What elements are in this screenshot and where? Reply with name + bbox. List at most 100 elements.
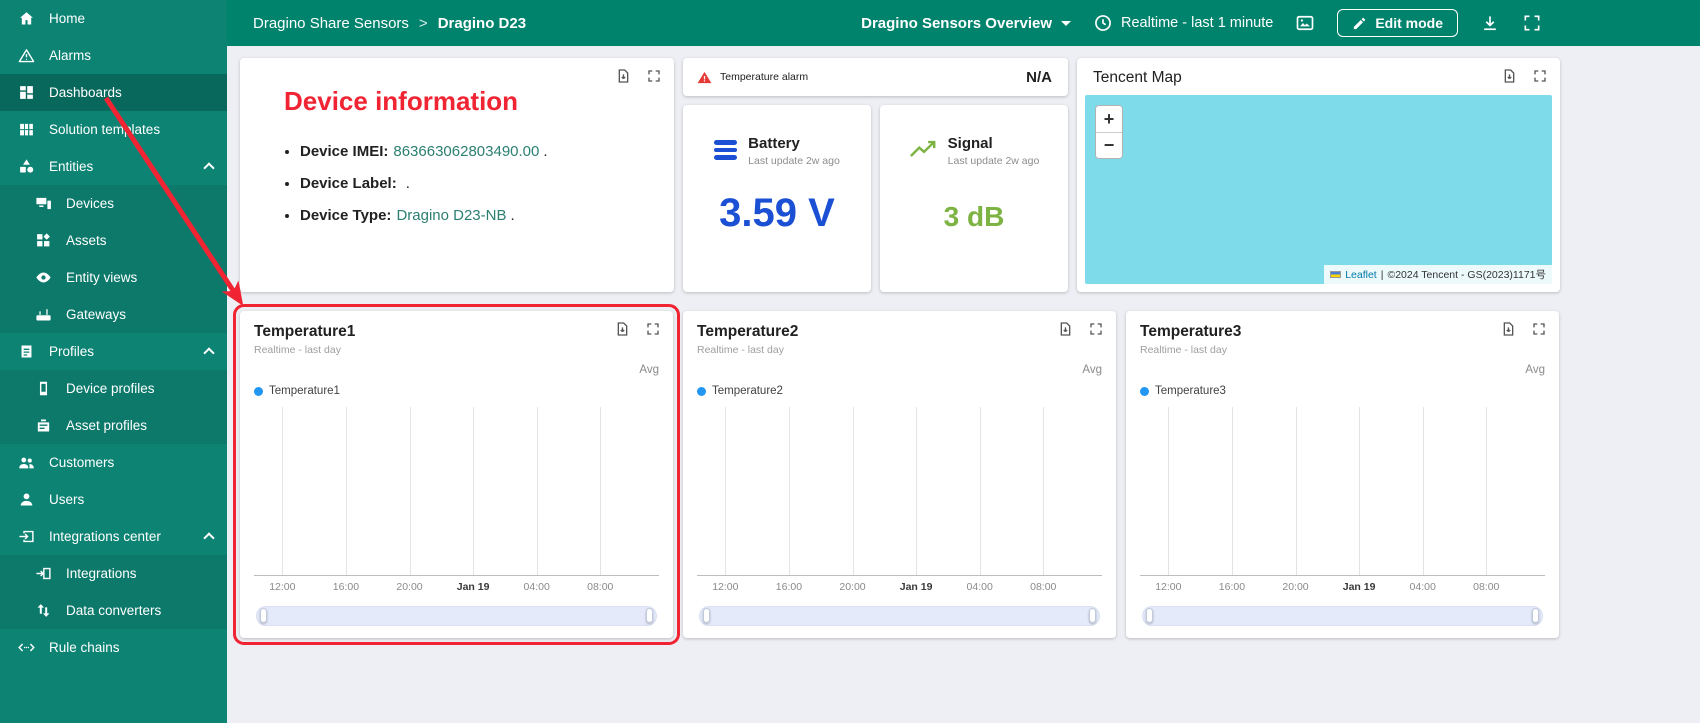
map-title: Tencent Map bbox=[1093, 69, 1182, 86]
leaflet-link[interactable]: Leaflet bbox=[1345, 269, 1377, 281]
chart-legend[interactable]: Temperature1 bbox=[254, 385, 659, 397]
scrollbar-left-handle[interactable] bbox=[260, 608, 267, 623]
breadcrumb-parent[interactable]: Dragino Share Sensors bbox=[253, 15, 409, 32]
aggregation-label[interactable]: Avg bbox=[254, 364, 659, 376]
chevron-up-icon bbox=[203, 347, 215, 359]
sidebar-item-label: Solution templates bbox=[49, 122, 161, 137]
sidebar-item-dashboards[interactable]: Dashboards bbox=[0, 74, 227, 111]
profiles-icon bbox=[16, 343, 36, 361]
legend-label: Temperature3 bbox=[1155, 385, 1226, 397]
map-canvas[interactable]: + − Leaflet | ©2024 Tencent - GS(2023)11… bbox=[1085, 95, 1552, 284]
export-widget-icon[interactable] bbox=[1057, 321, 1073, 337]
dashboard-select-value: Dragino Sensors Overview bbox=[861, 14, 1053, 32]
clock-icon bbox=[1093, 13, 1113, 33]
time-window-label: Realtime - last 1 minute bbox=[1121, 15, 1274, 31]
chart-title: Temperature2 bbox=[697, 323, 799, 340]
battery-title: Battery bbox=[748, 135, 800, 152]
expand-widget-icon[interactable] bbox=[1088, 321, 1104, 337]
sidebar-item-label: Asset profiles bbox=[66, 418, 148, 433]
sidebar-item-customers[interactable]: Customers bbox=[0, 444, 227, 481]
sidebar-item-alarms[interactable]: Alarms bbox=[0, 37, 227, 74]
zoom-in-button[interactable]: + bbox=[1096, 106, 1122, 132]
sidebar-item-rule-chains[interactable]: Rule chains bbox=[0, 629, 227, 666]
expand-widget-icon[interactable] bbox=[1532, 68, 1548, 84]
entities-subgroup: Devices Assets Entity views Gateways bbox=[0, 185, 227, 333]
export-widget-icon[interactable] bbox=[614, 321, 630, 337]
device-label-row: Device Label:. bbox=[300, 175, 650, 192]
signal-value: 3 dB bbox=[943, 201, 1005, 232]
battery-last-update: Last update 2w ago bbox=[748, 155, 840, 167]
aggregation-label[interactable]: Avg bbox=[1140, 364, 1545, 376]
sidebar-item-label: Gateways bbox=[66, 307, 127, 322]
chart-plot-area bbox=[1140, 407, 1545, 576]
sidebar-item-label: Users bbox=[49, 492, 85, 507]
signal-last-update: Last update 2w ago bbox=[947, 155, 1040, 167]
scrollbar-left-handle[interactable] bbox=[1146, 608, 1153, 623]
sidebar-item-home[interactable]: Home bbox=[0, 0, 227, 37]
topbar: Dragino Share Sensors > Dragino D23 Drag… bbox=[227, 0, 1700, 46]
chevron-up-icon bbox=[203, 532, 215, 544]
sidebar-item-label: Assets bbox=[66, 233, 107, 248]
sidebar-item-devices[interactable]: Devices bbox=[0, 185, 227, 222]
temperature2-chart-card: Temperature2 Realtime - last day Avg Tem… bbox=[683, 311, 1116, 638]
fullscreen-icon[interactable] bbox=[1522, 13, 1542, 33]
battery-level-icon bbox=[714, 140, 738, 160]
scrollbar-right-handle[interactable] bbox=[1089, 608, 1096, 623]
sidebar-item-assets[interactable]: Assets bbox=[0, 222, 227, 259]
breadcrumb-current: Dragino D23 bbox=[437, 14, 527, 32]
export-widget-icon[interactable] bbox=[1501, 68, 1517, 84]
signal-card: Signal Last update 2w ago 3 dB bbox=[880, 105, 1068, 292]
rule-chains-icon bbox=[16, 639, 36, 657]
time-window-button[interactable]: Realtime - last 1 minute bbox=[1093, 13, 1273, 33]
scrollbar-right-handle[interactable] bbox=[646, 608, 653, 623]
sidebar-item-device-profiles[interactable]: Device profiles bbox=[0, 370, 227, 407]
temperature1-chart-card: Temperature1 Realtime - last day Avg Tem… bbox=[233, 304, 680, 645]
image-icon[interactable] bbox=[1295, 13, 1315, 33]
chart-time-scrollbar[interactable] bbox=[699, 606, 1100, 626]
zoom-out-button[interactable]: − bbox=[1096, 132, 1122, 158]
sidebar-item-solution-templates[interactable]: Solution templates bbox=[0, 111, 227, 148]
chart-legend[interactable]: Temperature2 bbox=[697, 385, 1102, 397]
chart-time-scrollbar[interactable] bbox=[1142, 606, 1543, 626]
sidebar-item-users[interactable]: Users bbox=[0, 481, 227, 518]
device-information-card: Device information Device IMEI:863663062… bbox=[240, 58, 674, 292]
chart-title: Temperature3 bbox=[1140, 323, 1242, 340]
sidebar-item-entity-views[interactable]: Entity views bbox=[0, 259, 227, 296]
sidebar-item-label: Entities bbox=[49, 159, 94, 174]
sidebar: Home Alarms Dashboards Solution template… bbox=[0, 0, 227, 723]
alarm-label: Temperature alarm bbox=[720, 71, 809, 83]
export-widget-icon[interactable] bbox=[615, 68, 631, 84]
sidebar-item-integrations-center[interactable]: Integrations center bbox=[0, 518, 227, 555]
map-zoom-control: + − bbox=[1095, 105, 1123, 159]
sidebar-item-profiles[interactable]: Profiles bbox=[0, 333, 227, 370]
dashboard-select[interactable]: Dragino Sensors Overview bbox=[861, 14, 1072, 32]
device-type-value: Dragino D23-NB bbox=[396, 207, 507, 224]
expand-widget-icon[interactable] bbox=[645, 321, 661, 337]
signal-trend-icon bbox=[909, 135, 937, 160]
breadcrumb: Dragino Share Sensors > Dragino D23 bbox=[253, 15, 526, 32]
expand-widget-icon[interactable] bbox=[1531, 321, 1547, 337]
expand-widget-icon[interactable] bbox=[646, 68, 662, 84]
download-icon[interactable] bbox=[1480, 13, 1500, 33]
sidebar-item-integrations[interactable]: Integrations bbox=[0, 555, 227, 592]
chart-legend[interactable]: Temperature3 bbox=[1140, 385, 1545, 397]
chart-time-scrollbar[interactable] bbox=[256, 606, 657, 626]
temperature-alarm-card: Temperature alarm N/A bbox=[683, 58, 1068, 96]
sidebar-item-gateways[interactable]: Gateways bbox=[0, 296, 227, 333]
device-imei-row: Device IMEI:863663062803490.00. bbox=[300, 143, 650, 160]
export-widget-icon[interactable] bbox=[1500, 321, 1516, 337]
dashboards-icon bbox=[16, 84, 36, 102]
chevron-down-icon bbox=[1061, 20, 1072, 26]
edit-mode-button[interactable]: Edit mode bbox=[1337, 9, 1458, 37]
aggregation-label[interactable]: Avg bbox=[697, 364, 1102, 376]
pencil-icon bbox=[1352, 16, 1367, 31]
scrollbar-right-handle[interactable] bbox=[1532, 608, 1539, 623]
scrollbar-left-handle[interactable] bbox=[703, 608, 710, 623]
sidebar-item-data-converters[interactable]: Data converters bbox=[0, 592, 227, 629]
battery-card: Battery Last update 2w ago 3.59 V bbox=[683, 105, 871, 292]
sidebar-item-entities[interactable]: Entities bbox=[0, 148, 227, 185]
sidebar-item-asset-profiles[interactable]: Asset profiles bbox=[0, 407, 227, 444]
map-attribution: Leaflet | ©2024 Tencent - GS(2023)1171号 bbox=[1324, 265, 1552, 284]
device-imei-value: 863663062803490.00 bbox=[393, 143, 540, 160]
sidebar-item-label: Devices bbox=[66, 196, 115, 211]
